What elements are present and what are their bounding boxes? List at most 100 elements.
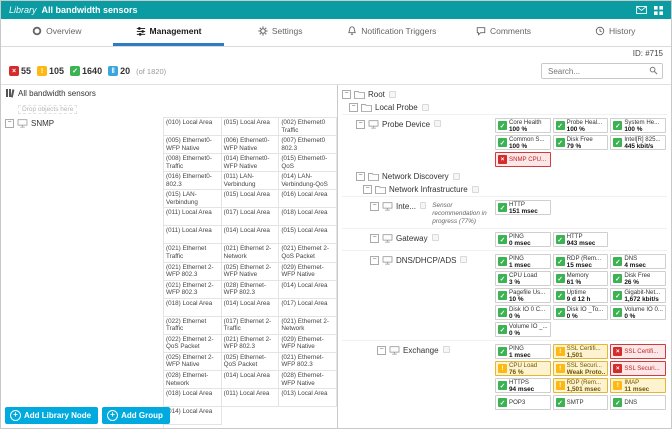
library-sensor-cell[interactable]: (018) Local Area <box>164 298 222 317</box>
tree-node-root[interactable]: − Root <box>342 88 667 101</box>
expander-icon[interactable]: − <box>370 256 379 265</box>
library-sensor-cell[interactable]: (021) Ethernet 2-Network <box>221 244 280 263</box>
library-sensor-cell[interactable]: (028) Ethernet-WFP Native <box>279 371 337 390</box>
library-sensor-cell[interactable]: (022) Ethernet Traffic <box>164 316 222 335</box>
library-sensor-cell[interactable]: (006) Ethernet0-WFP Native <box>221 136 280 155</box>
sensor-chip[interactable]: ✓ Disk IO _To... 0 % <box>552 305 609 320</box>
sensor-chip[interactable]: ✓ Volume IO _... 0 % <box>495 322 551 337</box>
tab-history[interactable]: History <box>559 19 671 46</box>
sensor-chip[interactable]: ! CPU Load 76 % <box>495 361 551 376</box>
library-sensor-cell[interactable]: (015) Ethernet0-QoS <box>279 154 337 173</box>
library-sensor-cell[interactable]: (022) Ethernet 2-QoS Packet <box>164 334 222 353</box>
tab-settings[interactable]: Settings <box>224 19 336 46</box>
device-label[interactable]: − DNS/DHCP/ADS <box>342 253 494 265</box>
expander-icon[interactable]: − <box>363 185 372 194</box>
expander-icon[interactable]: − <box>356 172 365 181</box>
mail-icon[interactable] <box>636 6 647 14</box>
library-sensor-cell[interactable]: (014) Local Area <box>221 371 280 390</box>
sensor-chip[interactable]: ✓ Memory 61 % <box>552 271 609 286</box>
expander-icon[interactable]: − <box>356 120 365 129</box>
device-label[interactable]: − Inte... Sensor recommendation in progres… <box>342 199 494 226</box>
expander-icon[interactable]: − <box>5 119 14 128</box>
add-library-node-button[interactable]: + Add Library Node <box>5 407 99 424</box>
expander-icon[interactable]: − <box>370 234 379 243</box>
library-sensor-cell[interactable]: (014) Local Area <box>279 280 337 299</box>
library-sensor-cell[interactable]: (015) Local Area <box>279 226 337 245</box>
sensor-chip[interactable]: ✓ POP3 <box>495 395 551 410</box>
library-sensor-cell[interactable]: (017) Local Area <box>279 298 337 317</box>
library-sensor-cell[interactable]: (021) Ethernet 2-WFP 802.3 <box>164 280 222 299</box>
sensor-count-up[interactable]: ✓ 1640 <box>70 66 102 76</box>
library-sensor-cell[interactable]: (021) Ethernet-WFP 802.3 <box>279 352 337 372</box>
sensor-chip[interactable]: ✓ RDP (Rem... 15 msec <box>552 254 609 269</box>
library-sensor-cell[interactable]: (017) Ethernet 2-Traffic <box>221 316 280 335</box>
sensor-chip[interactable]: ✓ Gigabit-Net... 1,672 kbit/s <box>610 288 666 303</box>
device-label[interactable]: − Exchange <box>342 343 494 355</box>
library-sensor-cell[interactable]: (025) Ethernet 2-WFP Native <box>164 352 222 372</box>
library-sensor-cell[interactable]: (021) Ethernet 2-QoS Packet <box>279 244 337 263</box>
sensor-chip[interactable]: ! RDP (Rem... 1,501 msec <box>552 378 609 393</box>
sensor-chip[interactable]: ! IMAP 11 msec <box>610 378 666 393</box>
add-group-button[interactable]: + Add Group <box>102 407 170 424</box>
tree-node-local-probe[interactable]: − Local Probe <box>342 101 667 114</box>
search-input[interactable] <box>546 65 649 77</box>
sensor-chip[interactable]: ✓ CPU Load 3 % <box>495 271 551 286</box>
apps-grid-icon[interactable] <box>654 5 663 15</box>
sensor-chip[interactable]: ✓ PING 1 msec <box>495 254 551 269</box>
library-sensor-cell[interactable]: (007) Ethernet0 802.3 <box>279 136 337 155</box>
sensor-chip[interactable]: ✓ Pagefile Us... 10 % <box>495 288 551 303</box>
tree-node-network-discovery[interactable]: − Network Discovery <box>342 170 667 183</box>
library-sensor-cell[interactable]: (015) Local Area <box>221 118 280 137</box>
sensor-chip[interactable]: ✓ Uptime 9 d 12 h <box>552 288 609 303</box>
library-sensor-cell[interactable]: (021) Ethernet 2-WFP 802.3 <box>164 262 222 281</box>
library-node-snmp[interactable]: − SNMP <box>5 119 163 128</box>
sensor-chip[interactable]: × SNMP CPU... <box>495 152 551 167</box>
expander-icon[interactable]: − <box>377 346 386 355</box>
sensor-count-warning[interactable]: ! 105 <box>37 66 64 76</box>
library-sensor-cell[interactable]: (025) Ethernet-QoS Packet <box>221 352 280 372</box>
library-sensor-cell[interactable]: (002) Ethernet0 Traffic <box>279 118 337 137</box>
library-sensor-cell[interactable]: (014) Local Area <box>221 298 280 317</box>
tab-management[interactable]: Management <box>112 19 225 46</box>
library-sensor-cell[interactable]: (025) Ethernet 2-WFP Native <box>221 262 280 281</box>
sensor-chip[interactable]: ! SSL Certifi... 1,501 <box>552 344 609 359</box>
library-sensor-cell[interactable]: (011) Local Area <box>221 389 280 408</box>
tree-node-network-infrastructure[interactable]: − Network Infrastructure <box>342 183 667 196</box>
library-sensor-cell[interactable]: (010) Local Area <box>164 118 222 137</box>
library-sensor-cell[interactable]: (021) Ethernet Traffic <box>164 244 222 263</box>
library-sensor-cell[interactable]: (018) Local Area <box>164 389 222 408</box>
tab-comments[interactable]: Comments <box>448 19 560 46</box>
sensor-chip[interactable]: ✓ DNS <box>610 395 666 410</box>
library-sensor-cell[interactable]: (011) LAN-Verbindung <box>221 172 280 191</box>
sensor-chip[interactable]: ✓ Core Health 100 % <box>495 118 551 133</box>
library-sensor-cell[interactable]: (013) Local Area <box>279 389 337 408</box>
sensor-chip[interactable]: ✓ Volume IO 0... 0 % <box>610 305 666 320</box>
library-sensor-cell[interactable]: (014) Local Area <box>221 226 280 245</box>
sensor-chip[interactable]: × SSL Securi... <box>610 361 666 376</box>
library-sensor-cell[interactable]: (005) Ethernet0-WFP Native <box>164 136 222 155</box>
sensor-chip[interactable]: ✓ Common S... 100 % <box>495 135 551 150</box>
library-sensor-cell[interactable]: (014) LAN-Verbindung-QoS <box>279 172 337 191</box>
library-sensor-cell[interactable]: (011) Local Area <box>164 208 222 227</box>
library-sensor-cell[interactable]: (017) Local Area <box>221 208 280 227</box>
library-sensor-cell[interactable]: (014) Ethernet0-WFP Native <box>221 154 280 173</box>
library-sensor-cell[interactable]: (028) Ethernet-WFP 802.3 <box>221 280 280 299</box>
sensor-chip[interactable]: ✓ DNS 4 msec <box>610 254 666 269</box>
library-sensor-cell[interactable]: (029) Ethernet-WFP Native <box>279 262 337 281</box>
sensor-chip[interactable]: ✓ HTTP 151 msec <box>495 200 551 215</box>
sensor-chip[interactable]: ✓ HTTP 943 msec <box>552 232 609 247</box>
library-sensor-cell[interactable]: (016) Ethernet0-802.3 <box>164 172 222 191</box>
sensor-chip[interactable]: × SSL Certifi... <box>610 344 666 359</box>
sensor-chip[interactable]: ✓ System He... 100 % <box>610 118 666 133</box>
sensor-count-paused[interactable]: ‖ 20 <box>108 66 130 76</box>
expander-icon[interactable]: − <box>342 90 351 99</box>
expander-icon[interactable]: − <box>370 202 379 211</box>
expander-icon[interactable]: − <box>349 103 358 112</box>
sensor-chip[interactable]: ✓ Disk IO 0 C... 0 % <box>495 305 551 320</box>
sensor-chip[interactable]: ✓ Intel[R] 825... 445 kbit/s <box>610 135 666 150</box>
sensor-chip[interactable]: ✓ SMTP <box>552 395 609 410</box>
library-sensor-cell[interactable]: (018) Local Area <box>279 208 337 227</box>
library-sensor-cell[interactable]: (015) Local Area <box>221 190 280 209</box>
library-sensor-cell[interactable]: (008) Ethernet0-Traffic <box>164 154 222 173</box>
library-sensor-cell[interactable]: (011) Local Area <box>164 226 222 245</box>
